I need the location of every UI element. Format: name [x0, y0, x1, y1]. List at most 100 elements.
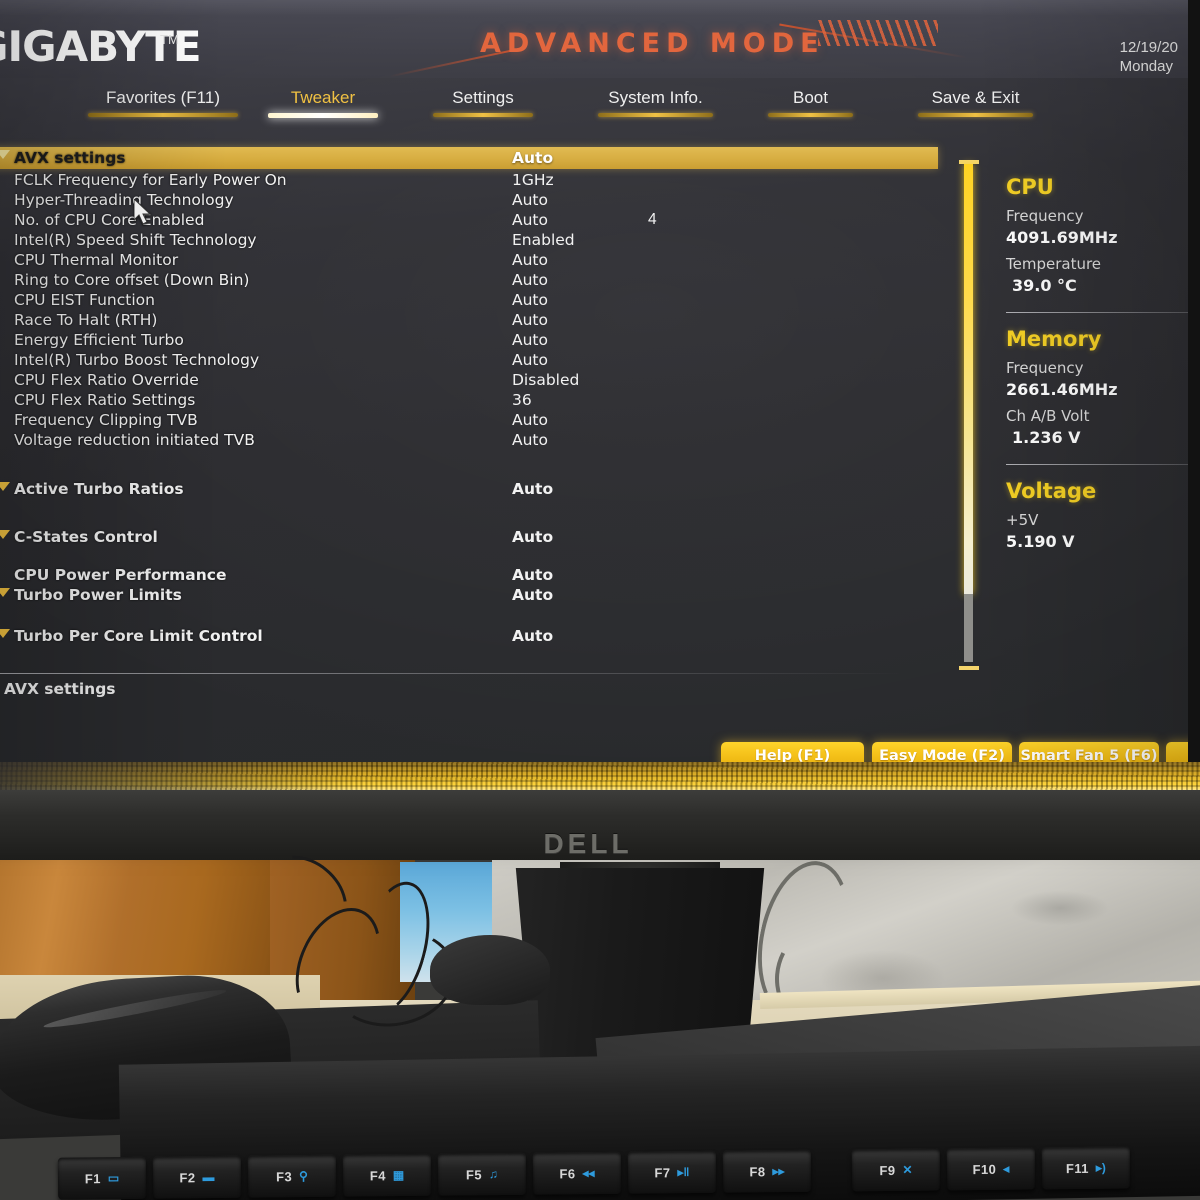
setting-row[interactable]: FCLK Frequency for Early Power On 1GHz: [0, 170, 938, 190]
keyboard-key-f6[interactable]: F6 ◂◂: [532, 1151, 622, 1195]
setting-row[interactable]: CPU Flex Ratio Override Disabled: [0, 370, 938, 390]
pane-metric-label: Ch A/B Volt: [1006, 407, 1090, 425]
setting-value[interactable]: Auto: [512, 149, 553, 167]
setting-value[interactable]: Auto: [512, 627, 553, 645]
setting-row[interactable]: Energy Efficient Turbo Auto: [0, 330, 938, 350]
setting-name: CPU Flex Ratio Settings: [14, 391, 196, 409]
tab-underline: [918, 113, 1033, 117]
setting-name: Frequency Clipping TVB: [14, 411, 198, 429]
setting-value[interactable]: Auto: [512, 211, 548, 229]
expand-caret-icon[interactable]: [0, 530, 10, 539]
keyboard-key-f5[interactable]: F5 ♫: [437, 1152, 527, 1196]
setting-value[interactable]: Auto: [512, 566, 553, 584]
setting-row[interactable]: Voltage reduction initiated TVB Auto: [0, 430, 938, 450]
key-function-icon: ▬: [202, 1170, 215, 1185]
key-function-icon: ♫: [488, 1167, 499, 1182]
monitor-panel: GIGABYTE TM ADVANCED MODE 12/19/20 Monda…: [0, 0, 1200, 860]
setting-value[interactable]: Auto: [512, 480, 553, 498]
setting-name: CPU Power Performance: [14, 566, 227, 584]
setting-row[interactable]: Intel(R) Turbo Boost Technology Auto: [0, 350, 938, 370]
keyboard-key-f7[interactable]: F7 ▸‖: [627, 1150, 717, 1194]
tab-save-exit[interactable]: Save & Exit: [918, 88, 1033, 117]
scrollbar-track[interactable]: [964, 594, 973, 662]
key-function-icon: ▸): [1095, 1160, 1106, 1175]
tab-settings[interactable]: Settings: [433, 88, 533, 117]
tab-boot[interactable]: Boot: [768, 88, 853, 117]
pane-metric-label: Frequency: [1006, 359, 1084, 377]
setting-row[interactable]: AVX settings Auto: [0, 147, 938, 169]
setting-row[interactable]: Race To Halt (RTH) Auto: [0, 310, 938, 330]
tab-label: Tweaker: [290, 88, 356, 107]
setting-name: Turbo Power Limits: [14, 586, 182, 604]
keyboard-key-f3[interactable]: F3 ⚲: [247, 1154, 337, 1198]
keyboard-key-f8[interactable]: F8 ▸▸: [722, 1149, 812, 1193]
setting-name: CPU Thermal Monitor: [14, 251, 179, 269]
tab-favorites-f11[interactable]: Favorites (F11): [88, 88, 238, 117]
scrollbar-thumb[interactable]: [964, 164, 973, 594]
setting-name: No. of CPU Core Enabled: [14, 211, 205, 229]
setting-value[interactable]: Enabled: [512, 231, 575, 249]
key-label: F3: [276, 1168, 293, 1184]
setting-value[interactable]: Auto: [512, 251, 548, 269]
keyboard-key-f4[interactable]: F4 ▦: [342, 1153, 432, 1197]
setting-value[interactable]: Auto: [512, 191, 548, 209]
help-description-text: AVX settings: [4, 680, 116, 698]
setting-row[interactable]: Ring to Core offset (Down Bin) Auto: [0, 270, 938, 290]
setting-row[interactable]: Frequency Clipping TVB Auto: [0, 410, 938, 430]
setting-value[interactable]: 1GHz: [512, 171, 554, 189]
setting-row[interactable]: CPU Flex Ratio Settings 36: [0, 390, 938, 410]
key-label: F6: [559, 1165, 576, 1181]
key-function-icon: ▭: [107, 1171, 120, 1186]
header-sheen: [0, 0, 1188, 16]
bios-tab-bar[interactable]: Favorites (F11) Tweaker Settings System Inf…: [68, 88, 1108, 124]
setting-value[interactable]: Auto: [512, 271, 548, 289]
setting-name: Active Turbo Ratios: [14, 480, 184, 498]
expand-caret-icon[interactable]: [0, 588, 10, 597]
expand-caret-icon[interactable]: [0, 150, 10, 159]
setting-value[interactable]: Auto: [512, 411, 548, 429]
setting-row[interactable]: Intel(R) Speed Shift Technology Enabled: [0, 230, 938, 250]
setting-row[interactable]: Turbo Per Core Limit Control Auto: [0, 626, 938, 646]
setting-name: Energy Efficient Turbo: [14, 331, 184, 349]
setting-value[interactable]: Auto: [512, 431, 548, 449]
setting-value[interactable]: 36: [512, 391, 532, 409]
setting-row[interactable]: CPU EIST Function Auto: [0, 290, 938, 310]
setting-value[interactable]: Auto: [512, 311, 548, 329]
key-function-icon: ✕: [902, 1162, 913, 1177]
keyboard-key-f11[interactable]: F11 ▸): [1041, 1146, 1131, 1190]
expand-caret-icon[interactable]: [0, 629, 10, 638]
setting-row[interactable]: CPU Power Performance Auto: [0, 565, 938, 585]
keyboard-key-f1[interactable]: F1 ▭: [57, 1156, 147, 1200]
setting-value[interactable]: Auto: [512, 586, 553, 604]
keyboard-key-f9[interactable]: F9 ✕: [851, 1148, 941, 1192]
tab-system-info[interactable]: System Info.: [598, 88, 713, 117]
key-label: F4: [369, 1167, 386, 1183]
dell-logo: DELL: [543, 828, 633, 859]
setting-value[interactable]: Auto: [512, 291, 548, 309]
setting-row[interactable]: C-States Control Auto: [0, 527, 938, 547]
setting-row[interactable]: CPU Thermal Monitor Auto: [0, 250, 938, 270]
key-function-icon: ⚲: [299, 1169, 308, 1184]
setting-value[interactable]: Auto: [512, 528, 553, 546]
pane-section-title: Memory: [1006, 327, 1102, 351]
setting-name: CPU Flex Ratio Override: [14, 371, 199, 389]
system-info-pane: CPU Frequency 4091.69MHz Temperature 39.0 °C…: [1006, 175, 1188, 551]
setting-value[interactable]: Auto: [512, 351, 548, 369]
tab-tweaker[interactable]: Tweaker: [268, 88, 378, 118]
tab-underline: [768, 113, 853, 117]
keyboard-key-f10[interactable]: F10 ◂: [946, 1147, 1036, 1191]
setting-row[interactable]: Turbo Power Limits Auto: [0, 585, 938, 605]
tab-label: Settings: [452, 88, 514, 107]
headset: [430, 935, 550, 1005]
header-slash-decoration: [818, 20, 938, 46]
expand-caret-icon[interactable]: [0, 482, 10, 491]
keyboard-key-f2[interactable]: F2 ▬: [152, 1155, 242, 1199]
setting-value[interactable]: Auto: [512, 331, 548, 349]
bios-screen: GIGABYTE TM ADVANCED MODE 12/19/20 Monda…: [0, 0, 1188, 795]
tab-underline: [268, 113, 378, 118]
setting-value[interactable]: Disabled: [512, 371, 579, 389]
settings-scrollbar[interactable]: [959, 160, 979, 670]
pane-divider: [1006, 464, 1188, 465]
setting-row[interactable]: Active Turbo Ratios Auto: [0, 479, 938, 499]
weekday-text: Monday: [1119, 58, 1173, 75]
